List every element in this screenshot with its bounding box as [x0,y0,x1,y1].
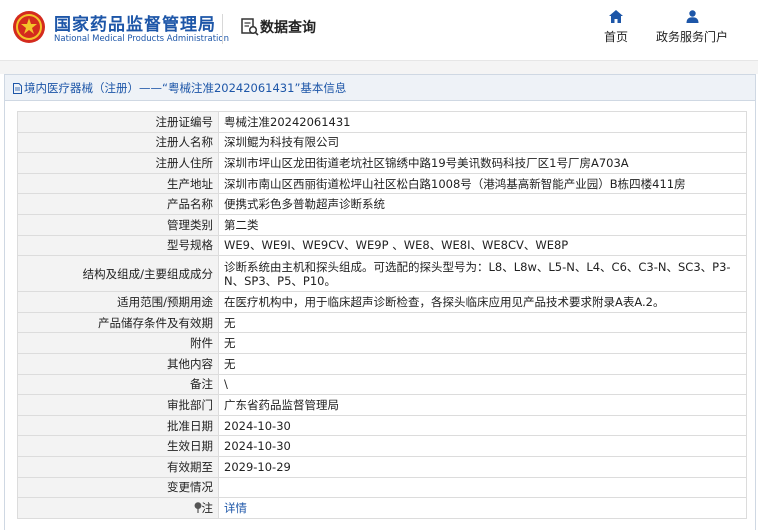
panel-header: 境内医疗器械（注册）——“粤械注准20242061431”基本信息 [5,75,755,101]
row-value: 诊断系统由主机和探头组成。可选配的探头型号为：L8、L8w、L5-N、L4、C6… [218,255,747,293]
panel-title: 境内医疗器械（注册）——“粤械注准20242061431”基本信息 [24,81,347,95]
table-row: 其他内容无 [17,352,747,375]
row-value: 广东省药品监督管理局 [218,394,747,416]
table-row: 生效日期 2024-10-30 [17,435,747,457]
brand-title[interactable]: 国家药品监督管理局 [54,10,216,35]
table-row-note: 注 详情 [17,497,747,519]
table-row: 变更情况 [17,476,747,499]
row-value: 便携式彩色多普勒超声诊断系统 [218,193,747,215]
table-row: 注册人住所 深圳市坪山区龙田街道老坑社区锦绣中路19号美讯数码科技厂区1号厂房A7… [17,152,747,174]
table-row: 产品名称 便携式彩色多普勒超声诊断系统 [17,193,747,215]
table-row: 批准日期 2024-10-30 [17,414,747,437]
row-value: 无 [218,311,747,334]
row-label: 生产地址 [17,172,219,195]
document-icon [13,83,22,94]
nav-home-label: 首页 [603,30,628,44]
data-query-label[interactable]: 数据查询 [260,17,316,37]
row-label: 其他内容 [17,352,219,375]
row-label: 生效日期 [17,435,219,457]
note-value-cell: 详情 [218,497,747,519]
nav-home[interactable]: 首页 [598,10,634,45]
table-row: 注册证编号 粤械注准20242061431 [17,111,747,133]
table-row: 管理类别 第二类 [17,213,747,236]
row-label: 产品储存条件及有效期 [17,311,219,334]
detail-panel: 境内医疗器械（注册）——“粤械注准20242061431”基本信息 注册证编号粤… [4,74,756,530]
row-label: 批准日期 [17,414,219,437]
table-row: 适用范围/预期用途 在医疗机构中，用于临床超声诊断检查，各探头临床应用见产品技术要… [17,291,747,313]
site-header: 国家药品监督管理局 National Medical Products Admi… [0,0,758,60]
row-value: 2029-10-29 [218,455,747,478]
row-label: 注册证编号 [17,111,219,133]
row-label: 备注 [17,373,219,396]
user-icon [686,10,698,23]
row-label: 产品名称 [17,193,219,215]
table-row: 结构及组成/主要组成成分 诊断系统由主机和探头组成。可选配的探头型号为：L8、L8… [17,255,747,293]
table-row: 备注 \ [17,373,747,396]
nav-government-services[interactable]: 政务服务门户 [650,10,734,45]
table-row: 产品储存条件及有效期无 [17,311,747,334]
data-query-icon [241,18,259,36]
table-row: 生产地址 深圳市南山区西丽街道松坪山社区松白路1008号（港鸿基高新智能产业园）B… [17,172,747,195]
row-value: \ [218,373,747,396]
row-value: 深圳市坪山区龙田街道老坑社区锦绣中路19号美讯数码科技厂区1号厂房A703A [218,152,747,174]
note-label: 注 [201,500,214,515]
table-row: 附件无 [17,332,747,354]
row-label: 注册人名称 [17,131,219,154]
table-row: 审批部门 广东省药品监督管理局 [17,394,747,416]
row-label: 管理类别 [17,213,219,236]
pin-icon [194,502,201,513]
nav-government-services-label: 政务服务门户 [655,30,728,44]
row-value: 深圳鲲为科技有限公司 [218,131,747,154]
row-label: 变更情况 [17,476,219,499]
row-value: 粤械注准20242061431 [218,111,747,133]
row-label: 适用范围/预期用途 [17,291,219,313]
row-value: WE9、WE9I、WE9CV、WE9P 、WE8、WE8I、WE8CV、WE8P [218,234,747,257]
row-label: 结构及组成/主要组成成分 [17,255,219,293]
table-row: 型号规格 WE9、WE9I、WE9CV、WE9P 、WE8、WE8I、WE8CV、… [17,234,747,257]
note-label-cell: 注 [17,497,219,519]
row-value: 深圳市南山区西丽街道松坪山社区松白路1008号（港鸿基高新智能产业园）B栋四楼4… [218,172,747,195]
row-value: 2024-10-30 [218,414,747,437]
row-value: 无 [218,332,747,354]
row-value: 无 [218,352,747,375]
row-label: 附件 [17,332,219,354]
registration-info-table: 注册证编号 粤械注准20242061431 注册人名称 深圳鲲为科技有限公司 注册人… [17,111,747,519]
row-label: 审批部门 [17,394,219,416]
row-value: 在医疗机构中，用于临床超声诊断检查，各探头临床应用见产品技术要求附录A表A.2。 [218,291,747,313]
national-emblem-icon [13,11,45,43]
table-row: 注册人名称 深圳鲲为科技有限公司 [17,131,747,154]
header-divider [222,14,223,44]
row-label: 有效期至 [17,455,219,478]
row-value: 2024-10-30 [218,435,747,457]
header-band [0,60,758,74]
home-icon [609,10,623,23]
row-value [218,476,747,499]
row-label: 型号规格 [17,234,219,257]
brand-subtitle: National Medical Products Administration [54,34,229,44]
row-label: 注册人住所 [17,152,219,174]
table-row: 有效期至 2029-10-29 [17,455,747,478]
details-link[interactable]: 详情 [224,501,247,515]
row-value: 第二类 [218,213,747,236]
